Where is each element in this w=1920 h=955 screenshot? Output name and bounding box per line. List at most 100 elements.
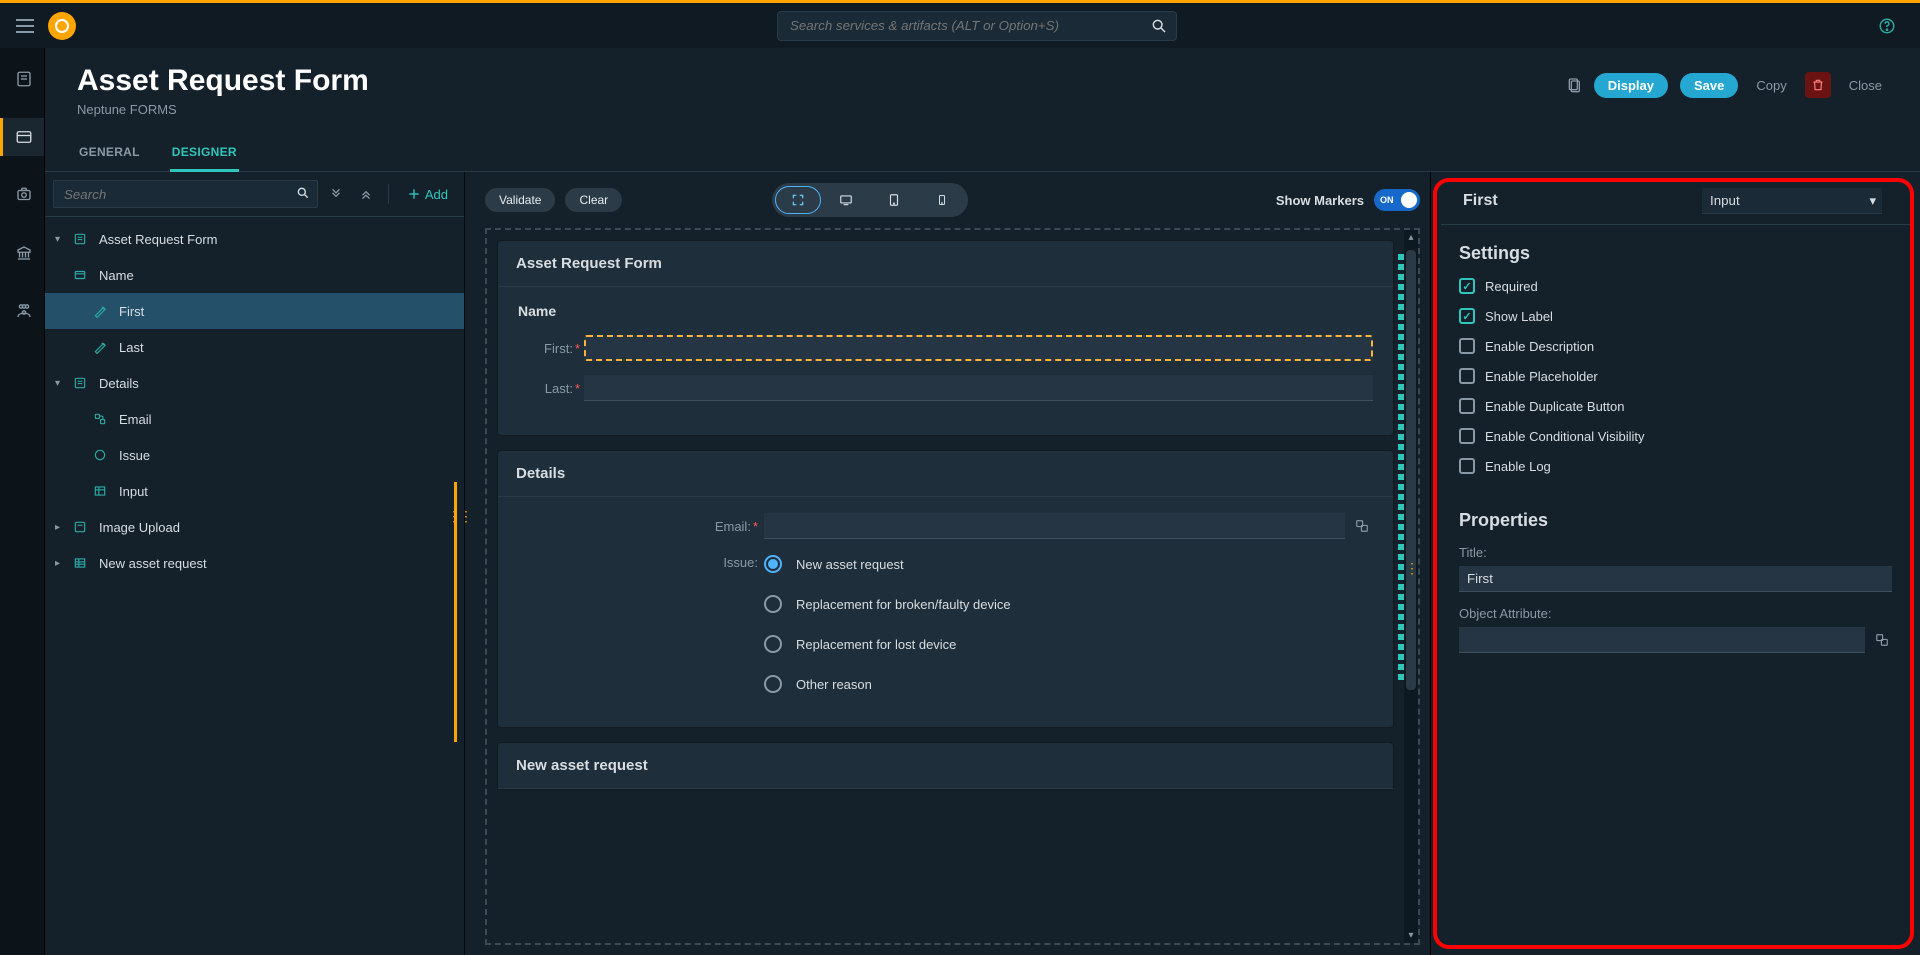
setting-required[interactable]: Required [1459,278,1892,294]
value-help-icon[interactable] [1351,515,1373,537]
rail-item-4[interactable] [0,234,44,272]
clear-button[interactable]: Clear [565,188,622,212]
device-phone[interactable] [919,186,965,214]
email-input[interactable] [764,513,1345,539]
markers-group: Show Markers ON [1276,189,1420,211]
form-card-2[interactable]: Details Email:* [497,450,1394,728]
setting-enable-duplicate[interactable]: Enable Duplicate Button [1459,398,1892,414]
tree-input[interactable]: Input [45,473,464,509]
option-label: Other reason [796,677,872,692]
tree-name[interactable]: Name [45,257,464,293]
close-button[interactable]: Close [1843,77,1888,94]
element-type-select[interactable] [1702,188,1882,214]
setting-enable-conditional[interactable]: Enable Conditional Visibility [1459,428,1892,444]
form-card-1[interactable]: Asset Request Form Name First:* Last:* [497,240,1394,436]
drag-handle-right-icon[interactable] [1405,560,1415,588]
radio-icon [764,595,782,613]
rail-item-2[interactable] [0,118,44,156]
tree-label: Asset Request Form [99,232,218,247]
issue-option-4[interactable]: Other reason [764,675,1011,693]
issue-options: New asset request Replacement for broken… [764,553,1011,693]
add-element-button[interactable]: Add [399,183,456,206]
menu-icon[interactable] [16,19,34,33]
rail-item-5[interactable] [0,292,44,330]
tree-label: Email [119,412,152,427]
validate-button[interactable]: Validate [485,188,555,212]
setting-label: Enable Log [1485,459,1551,474]
tree-image-upload[interactable]: ▸ Image Upload [45,509,464,545]
tree-new-asset[interactable]: ▸ New asset request [45,545,464,581]
drag-handle-left-icon[interactable] [454,502,464,530]
issue-option-2[interactable]: Replacement for broken/faulty device [764,595,1011,613]
issue-label: Issue: [518,553,758,570]
help-icon[interactable] [1878,17,1896,35]
canvas-wrap: ▴ ▾ Asset Request Form Name First:* [485,228,1420,945]
export-icon[interactable] [1566,77,1582,93]
display-button[interactable]: Display [1594,73,1668,98]
tree-email[interactable]: Email [45,401,464,437]
settings-heading: Settings [1459,243,1892,264]
value-help-icon[interactable] [1871,629,1892,651]
selected-element-title: First [1463,192,1498,210]
setting-show-label[interactable]: Show Label [1459,308,1892,324]
tab-designer[interactable]: DESIGNER [170,135,239,172]
scroll-thumb[interactable] [1406,250,1416,690]
row-first: First:* [518,335,1373,361]
global-search [777,11,1177,41]
object-attribute-input[interactable] [1459,627,1865,653]
tree-last[interactable]: Last [45,329,464,365]
tree-details[interactable]: ▾ Details [45,365,464,401]
delete-button[interactable] [1805,72,1831,98]
save-button[interactable]: Save [1680,73,1738,98]
copy-button[interactable]: Copy [1750,77,1792,94]
issue-option-1[interactable]: New asset request [764,555,1011,573]
first-input[interactable] [584,335,1373,361]
search-icon[interactable] [296,186,310,200]
scroll-up-icon[interactable]: ▴ [1404,232,1418,243]
properties-header: First [1441,172,1910,225]
expand-all-icon[interactable] [324,182,348,206]
global-search-input[interactable] [777,11,1177,41]
radio-icon [764,635,782,653]
outline-search-input[interactable] [53,180,318,208]
form-icon [73,232,91,246]
tree-label: Last [119,340,144,355]
checkbox-icon [1459,368,1475,384]
radio-icon [764,555,782,573]
setting-enable-placeholder[interactable]: Enable Placeholder [1459,368,1892,384]
outline-search [53,180,318,208]
title-property-input[interactable] [1459,566,1892,592]
form-icon [73,520,91,534]
setting-label: Enable Placeholder [1485,369,1598,384]
rail-item-1[interactable] [0,60,44,98]
tab-general[interactable]: GENERAL [77,135,142,171]
checkbox-icon [1459,428,1475,444]
form-canvas: Asset Request Form Name First:* Last:* [497,240,1394,933]
device-desktop[interactable] [823,186,869,214]
logo-icon[interactable] [48,12,76,40]
issue-option-3[interactable]: Replacement for lost device [764,635,1011,653]
first-label: First:* [518,341,580,356]
setting-label: Show Label [1485,309,1553,324]
collapse-all-icon[interactable] [354,182,378,206]
tree-issue[interactable]: Issue [45,437,464,473]
setting-label: Enable Conditional Visibility [1485,429,1644,444]
settings-section: Settings Required Show Label Enable Desc… [1431,225,1920,506]
markers-toggle[interactable]: ON [1374,189,1420,211]
tree-form-root[interactable]: ▾ Asset Request Form [45,221,464,257]
device-tablet[interactable] [871,186,917,214]
card-title: Details [498,451,1393,497]
tree-first[interactable]: First [45,293,464,329]
form-icon [73,376,91,390]
card-title: New asset request [498,743,1393,789]
setting-enable-description[interactable]: Enable Description [1459,338,1892,354]
outline-toolbar: Add [45,172,464,217]
rail-item-3[interactable] [0,176,44,214]
last-input[interactable] [584,375,1373,401]
form-card-3[interactable]: New asset request [497,742,1394,790]
search-icon[interactable] [1151,18,1167,34]
scroll-down-icon[interactable]: ▾ [1404,930,1418,941]
canvas-toolbar: Validate Clear [485,182,1420,218]
setting-enable-log[interactable]: Enable Log [1459,458,1892,474]
device-fullscreen[interactable] [775,186,821,214]
